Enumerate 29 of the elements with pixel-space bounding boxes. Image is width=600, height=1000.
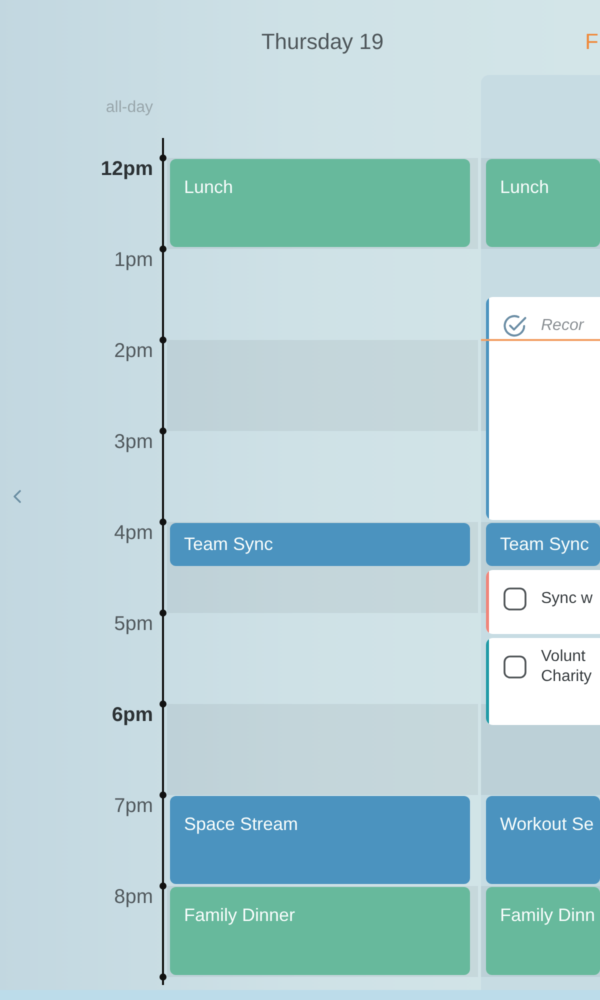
task-title: Volunt Charity [541, 646, 592, 687]
task-card[interactable]: Sync w [486, 570, 600, 634]
day-header[interactable]: F [585, 29, 598, 54]
chevron-left-icon [13, 490, 21, 502]
time-label: 3pm [114, 431, 153, 453]
calendar-event[interactable]: Lunch [170, 159, 470, 247]
time-label: 7pm [114, 795, 153, 817]
time-label: 8pm [114, 886, 153, 908]
calendar-event[interactable]: Team Sync [170, 523, 470, 566]
checkbox-icon[interactable] [503, 654, 527, 679]
calendar-event[interactable]: Family Dinner [170, 887, 470, 975]
time-label: 1pm [114, 249, 153, 271]
time-label: 12pm [100, 158, 153, 180]
time-label: 5pm [114, 613, 153, 635]
day-header[interactable]: Thursday 19 [261, 29, 384, 54]
calendar-event[interactable]: Lunch [486, 159, 600, 247]
time-label: 2pm [114, 340, 153, 362]
calendar-event[interactable]: Space Stream [170, 796, 470, 884]
task-title: Recor [541, 316, 584, 336]
calendar-event[interactable]: Team Sync [486, 523, 600, 566]
calendar-event[interactable]: Workout Se [486, 796, 600, 884]
calendar-event[interactable]: Family Dinn [486, 887, 600, 975]
time-label: 4pm [114, 522, 153, 544]
checkbox-icon[interactable] [503, 586, 527, 610]
check-circle-icon[interactable] [503, 314, 527, 338]
task-title: Sync w [541, 588, 593, 608]
task-card[interactable]: Recor [486, 296, 600, 520]
time-label: 6pm [112, 704, 153, 726]
task-card[interactable]: Volunt Charity [486, 638, 600, 725]
